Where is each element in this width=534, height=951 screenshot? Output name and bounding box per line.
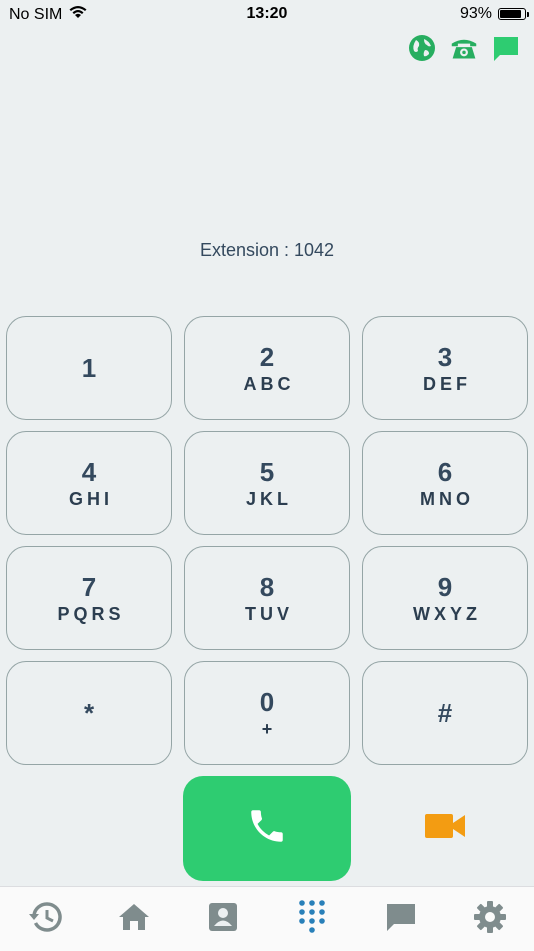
key-letters: GHI xyxy=(68,488,113,509)
key-1[interactable]: 1 xyxy=(6,316,172,420)
key-letters: MNO xyxy=(420,488,474,509)
key-letters: ABC xyxy=(243,373,295,394)
status-bar: No SIM 13:20 93% xyxy=(0,0,534,28)
key-digit: # xyxy=(437,698,453,728)
status-time: 13:20 xyxy=(246,5,288,22)
dialpad-icon xyxy=(298,899,326,940)
video-camera-icon xyxy=(424,812,466,845)
tab-messages[interactable] xyxy=(371,894,431,944)
tab-contacts[interactable] xyxy=(193,894,253,944)
key-digit: 7 xyxy=(81,571,97,602)
key-4[interactable]: 4 GHI xyxy=(6,431,172,535)
key-digit: 8 xyxy=(259,571,275,602)
battery-percent: 93% xyxy=(459,5,492,22)
settings-icon xyxy=(473,900,506,938)
header-icons xyxy=(408,34,520,62)
key-digit: 6 xyxy=(437,456,453,487)
home-icon xyxy=(118,902,150,937)
phone-icon xyxy=(246,805,288,852)
key-letters: PQRS xyxy=(57,603,125,624)
key-digit: 3 xyxy=(437,341,453,372)
key-digit: * xyxy=(83,698,95,728)
key-3[interactable]: 3 DEF xyxy=(362,316,528,420)
key-digit: 5 xyxy=(259,456,275,487)
key-digit: 2 xyxy=(259,341,275,372)
phone-icon[interactable] xyxy=(450,34,478,62)
dialpad: 1 2 ABC 3 DEF 4 GHI 5 JKL 6 MNO 7 PQRS 8… xyxy=(6,316,528,765)
key-digit: 4 xyxy=(81,456,97,487)
key-letters: + xyxy=(261,718,277,739)
key-letters: WXYZ xyxy=(413,603,481,624)
tab-dialpad[interactable] xyxy=(282,894,342,944)
key-letters: DEF xyxy=(423,373,471,394)
tab-settings[interactable] xyxy=(460,894,520,944)
tab-home[interactable] xyxy=(104,894,164,944)
history-icon xyxy=(28,901,62,938)
battery-icon xyxy=(498,8,529,20)
key-7[interactable]: 7 PQRS xyxy=(6,546,172,650)
key-digit: 9 xyxy=(437,571,453,602)
call-button[interactable] xyxy=(183,776,351,881)
key-9[interactable]: 9 WXYZ xyxy=(362,546,528,650)
key-8[interactable]: 8 TUV xyxy=(184,546,350,650)
tab-bar xyxy=(0,886,534,951)
chat-icon[interactable] xyxy=(492,34,520,62)
key-star[interactable]: * xyxy=(6,661,172,765)
key-letters: TUV xyxy=(245,603,293,624)
battery-fill xyxy=(500,10,521,18)
tab-history[interactable] xyxy=(15,894,75,944)
key-6[interactable]: 6 MNO xyxy=(362,431,528,535)
key-5[interactable]: 5 JKL xyxy=(184,431,350,535)
key-0[interactable]: 0 + xyxy=(184,661,350,765)
globe-icon[interactable] xyxy=(408,34,436,62)
key-letters: JKL xyxy=(245,488,292,509)
messages-icon xyxy=(385,902,417,937)
extension-label: Extension : 1042 xyxy=(199,240,335,260)
contacts-icon xyxy=(208,902,238,937)
key-hash[interactable]: # xyxy=(362,661,528,765)
video-call-button[interactable] xyxy=(424,810,466,846)
key-digit: 1 xyxy=(81,353,97,383)
key-digit: 0 xyxy=(259,686,275,717)
key-2[interactable]: 2 ABC xyxy=(184,316,350,420)
